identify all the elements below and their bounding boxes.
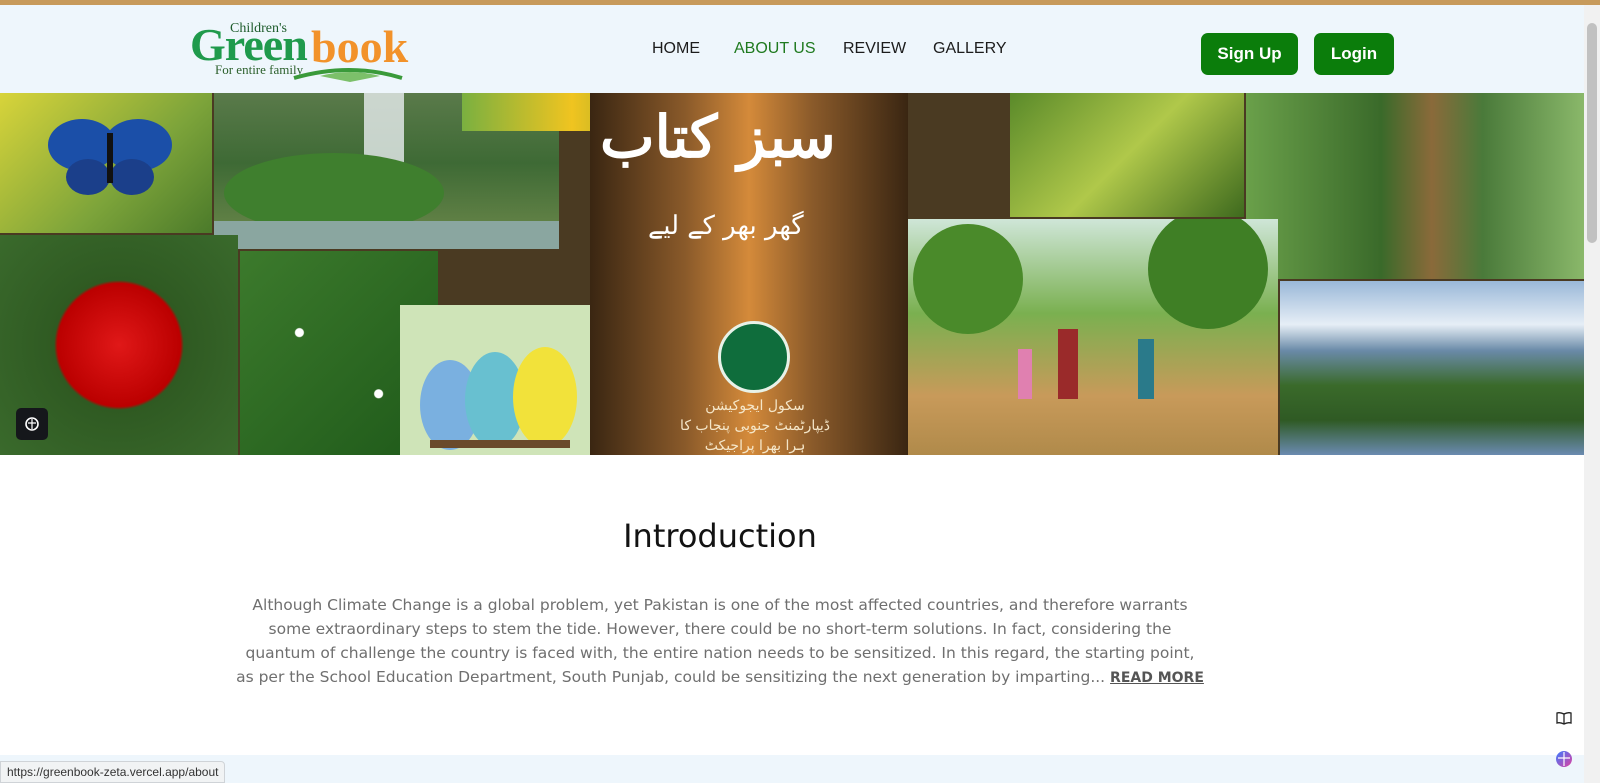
login-button[interactable]: Login	[1314, 33, 1394, 75]
intro-paragraph: Although Climate Change is a global prob…	[236, 593, 1204, 690]
open-book-icon	[293, 68, 403, 82]
greenbook-logo[interactable]: Children's Green book For entire family	[190, 16, 415, 82]
read-more-link[interactable]: READ MORE	[1110, 670, 1204, 686]
nav-home[interactable]: HOME	[652, 40, 700, 58]
scrollbar-thumb[interactable]	[1587, 23, 1597, 243]
intro-body-text: Although Climate Change is a global prob…	[236, 596, 1195, 686]
butterfly-image	[0, 93, 212, 233]
park-cleanup-illustration	[908, 219, 1278, 455]
hero-banner: سبز کتاب گھر بھر کے لیے سکول ایجوکیشن ڈی…	[0, 93, 1584, 455]
status-bar-url: https://greenbook-zeta.vercel.app/about	[0, 761, 226, 783]
nav-gallery[interactable]: GALLERY	[933, 40, 1007, 58]
banner-urdu-caption: سکول ایجوکیشن ڈیپارٹمنٹ جنوبی پنجاب کا ہ…	[680, 398, 830, 454]
next-section-band	[0, 755, 1584, 783]
punjab-emblem-icon	[718, 321, 790, 393]
pine-branches-image	[1010, 93, 1244, 217]
introduction-section: Introduction Although Climate Change is …	[0, 455, 1584, 755]
nav-review[interactable]: REVIEW	[843, 40, 906, 58]
site-header: Children's Green book For entire family …	[0, 5, 1584, 93]
intro-heading: Introduction	[623, 517, 817, 555]
banner-urdu-subtitle: گھر بھر کے لیے	[648, 211, 804, 241]
brain-gradient-icon	[1556, 751, 1572, 767]
reader-mode-button[interactable]	[1553, 707, 1575, 729]
signup-button[interactable]: Sign Up	[1201, 33, 1298, 75]
brain-icon	[25, 417, 39, 431]
tree-squirrel-image	[1246, 93, 1584, 279]
ai-assistant-button[interactable]	[16, 408, 48, 440]
mountain-lake-image	[1280, 281, 1584, 455]
banner-urdu-title: سبز کتاب	[600, 103, 836, 171]
page-scrollbar[interactable]	[1584, 5, 1600, 783]
nav-about-us[interactable]: ABOUT US	[734, 40, 816, 58]
parakeets-image	[400, 305, 590, 455]
assistant-extension-button[interactable]	[1553, 748, 1575, 770]
book-icon	[1556, 712, 1572, 725]
